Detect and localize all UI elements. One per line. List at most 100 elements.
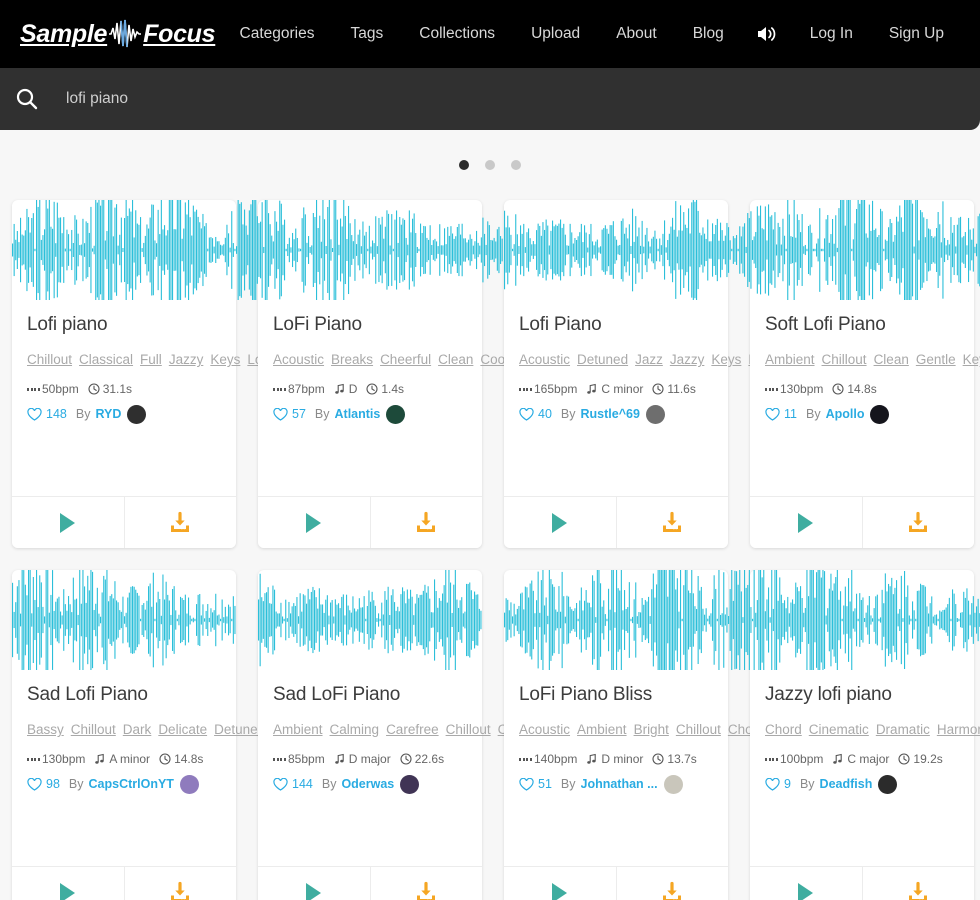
waveform-preview[interactable]	[504, 570, 728, 670]
search-icon[interactable]	[14, 86, 40, 112]
speaker-icon[interactable]	[742, 24, 792, 44]
sample-title[interactable]: Lofi Piano	[519, 314, 713, 336]
play-button[interactable]	[12, 867, 125, 900]
avatar[interactable]	[663, 774, 683, 794]
site-logo[interactable]: Sample Focus	[20, 19, 216, 49]
waveform-preview[interactable]	[728, 200, 980, 300]
play-button[interactable]	[504, 497, 617, 548]
sample-card[interactable]: Lofi PianoAcousticDetunedJazzJazzyKeysLo…	[504, 200, 806, 548]
download-button[interactable]	[124, 497, 236, 548]
login-link[interactable]: Log In	[792, 25, 871, 43]
tag-link[interactable]: Clean	[438, 352, 473, 367]
waveform-preview[interactable]	[236, 200, 503, 300]
search-input[interactable]	[66, 90, 980, 108]
tag-link[interactable]: Jazzy	[169, 352, 204, 367]
sample-title[interactable]: Sad Lofi Piano	[27, 684, 221, 706]
tag-link[interactable]: Chillout	[446, 722, 491, 737]
like-button[interactable]: 11	[765, 407, 797, 421]
avatar[interactable]	[645, 404, 665, 424]
download-button[interactable]	[370, 497, 482, 548]
tag-link[interactable]: Chillout	[676, 722, 721, 737]
tag-link[interactable]: Chillout	[822, 352, 867, 367]
tag-link[interactable]: Detuned	[577, 352, 628, 367]
download-button[interactable]	[124, 867, 236, 900]
sample-card[interactable]: LoFi Piano Acoustic Breaks Cheerful Clean Coo…	[236, 200, 644, 548]
nav-item-categories[interactable]: Categories	[222, 25, 333, 43]
sample-card[interactable]: Soft Lofi Piano Ambient Chillout Clean Gentl…	[728, 200, 980, 548]
download-button[interactable]	[862, 497, 974, 548]
tag-link[interactable]: Keys	[210, 352, 240, 367]
avatar[interactable]	[179, 774, 199, 794]
like-button[interactable]: 148	[27, 407, 67, 421]
waveform-preview[interactable]	[728, 570, 980, 670]
tag-link[interactable]: Acoustic	[519, 722, 570, 737]
author-link[interactable]: RYD	[95, 407, 121, 421]
carousel-dot-2[interactable]	[485, 160, 495, 170]
nav-item-collections[interactable]: Collections	[401, 25, 513, 43]
play-button[interactable]	[12, 497, 125, 548]
tag-link[interactable]: Harmony	[937, 722, 980, 737]
like-button[interactable]: 9	[765, 777, 791, 791]
waveform-preview[interactable]	[258, 570, 482, 670]
sample-title[interactable]: LoFi Piano Bliss	[519, 684, 713, 706]
like-button[interactable]: 40	[519, 407, 552, 421]
tag-link[interactable]: Cheerful	[380, 352, 431, 367]
tag-link[interactable]: Ambient	[765, 352, 815, 367]
avatar[interactable]	[127, 404, 147, 424]
tag-link[interactable]: Breaks	[331, 352, 373, 367]
download-button[interactable]	[616, 497, 728, 548]
tag-link[interactable]: Acoustic	[519, 352, 570, 367]
author-link[interactable]: Rustle^69	[581, 407, 640, 421]
tag-link[interactable]: Ambient	[273, 722, 323, 737]
waveform-preview[interactable]	[504, 200, 728, 300]
tag-link[interactable]: Acoustic	[273, 352, 324, 367]
tag-link[interactable]: Ambient	[577, 722, 627, 737]
sample-card[interactable]: LoFi Piano Bliss Acoustic Ambient Bright Chi…	[504, 570, 868, 900]
play-button[interactable]	[750, 497, 863, 548]
waveform-preview[interactable]	[12, 570, 236, 670]
tag-link[interactable]: Chord	[765, 722, 802, 737]
sample-title[interactable]: Sad LoFi Piano	[273, 684, 467, 706]
play-button[interactable]	[258, 867, 371, 900]
play-button[interactable]	[750, 867, 863, 900]
play-button[interactable]	[258, 497, 371, 548]
nav-item-upload[interactable]: Upload	[513, 25, 598, 43]
sample-title[interactable]: Soft Lofi Piano	[765, 314, 959, 336]
tag-link[interactable]: Dramatic	[876, 722, 930, 737]
tag-link[interactable]: Classical	[79, 352, 133, 367]
tag-link[interactable]: Clean	[874, 352, 909, 367]
sample-title[interactable]: Jazzy lofi piano	[765, 684, 959, 706]
like-button[interactable]: 51	[519, 777, 552, 791]
tag-link[interactable]: Full	[140, 352, 162, 367]
waveform-preview[interactable]	[12, 200, 236, 300]
tag-link[interactable]: Keys	[711, 352, 741, 367]
sample-card[interactable]: Sad Lofi Piano Bassy Chillout Dark Delicate D…	[12, 570, 372, 900]
avatar[interactable]	[870, 404, 890, 424]
author-link[interactable]: CapsCtrlOnYT	[89, 777, 174, 791]
tag-link[interactable]: Calming	[330, 722, 380, 737]
author-link[interactable]: Deadfish	[820, 777, 873, 791]
tag-link[interactable]: Dark	[123, 722, 152, 737]
carousel-dot-1[interactable]	[459, 160, 469, 170]
play-button[interactable]	[504, 867, 617, 900]
author-link[interactable]: Oderwas	[341, 777, 394, 791]
sample-card[interactable]: Jazzy lofi piano Chord Cinematic Dramatic Ha…	[728, 570, 980, 900]
author-link[interactable]: Apollo	[826, 407, 865, 421]
tag-link[interactable]: Carefree	[386, 722, 439, 737]
sample-title[interactable]: LoFi Piano	[273, 314, 467, 336]
like-button[interactable]: 98	[27, 777, 60, 791]
like-button[interactable]: 57	[273, 407, 306, 421]
nav-item-about[interactable]: About	[598, 25, 675, 43]
download-button[interactable]	[370, 867, 482, 900]
tag-link[interactable]: Bassy	[27, 722, 64, 737]
avatar[interactable]	[386, 404, 406, 424]
sample-title[interactable]: Lofi piano	[27, 314, 221, 336]
like-button[interactable]: 144	[273, 777, 313, 791]
tag-link[interactable]: Bright	[634, 722, 669, 737]
avatar[interactable]	[878, 774, 898, 794]
avatar[interactable]	[400, 774, 420, 794]
tag-link[interactable]: Cinematic	[809, 722, 869, 737]
author-link[interactable]: Johnathan ...	[581, 777, 658, 791]
tag-link[interactable]: Chillout	[27, 352, 72, 367]
download-button[interactable]	[616, 867, 728, 900]
